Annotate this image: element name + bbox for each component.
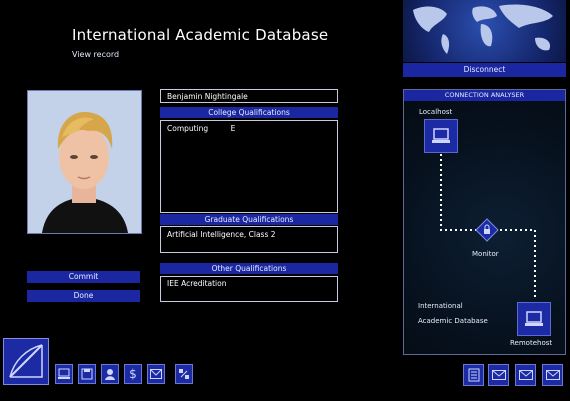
connection-analyser-panel: CONNECTION ANALYSER Localhost Monitor In… <box>403 89 566 355</box>
done-button[interactable]: Done <box>27 290 140 302</box>
lock-icon <box>475 218 499 242</box>
remotehost-label: Remotehost <box>510 339 553 347</box>
remotehost-node[interactable] <box>517 302 551 336</box>
dollar-icon[interactable]: $ <box>124 364 142 384</box>
person-photo <box>27 90 142 234</box>
computer-icon <box>525 311 543 326</box>
other-qualifications-field[interactable]: IEE Acreditation <box>160 276 338 302</box>
college-qualifications-header: College Qualifications <box>160 107 338 118</box>
name-field[interactable]: Benjamin Nightingale <box>160 89 338 103</box>
monitor-node[interactable] <box>475 218 499 242</box>
start-menu-button[interactable] <box>3 338 49 385</box>
target-label-line2: Academic Database <box>418 317 488 325</box>
commit-button[interactable]: Commit <box>27 271 140 283</box>
other-qualifications-header: Other Qualifications <box>160 263 338 274</box>
college-qualifications-field[interactable]: Computing E <box>160 120 338 213</box>
graduate-qualifications-header: Graduate Qualifications <box>160 214 338 225</box>
disconnect-button[interactable]: Disconnect <box>403 63 566 77</box>
mail-icon[interactable] <box>147 364 165 384</box>
person-icon[interactable] <box>101 364 119 384</box>
mail-icon[interactable] <box>515 364 536 386</box>
page-subtitle: View record <box>72 50 120 59</box>
uplink-logo-icon <box>9 344 43 378</box>
graduate-qualifications-field[interactable]: Artificial Intelligence, Class 2 <box>160 226 338 253</box>
mail-icon[interactable] <box>488 364 509 386</box>
page-title: International Academic Database <box>72 26 329 44</box>
disk-icon[interactable] <box>78 364 96 384</box>
person-portrait-image <box>28 91 141 233</box>
target-label-line1: International <box>418 302 463 310</box>
monitor-label: Monitor <box>472 250 499 258</box>
terminal-icon[interactable] <box>55 364 73 384</box>
college-subject: Computing <box>167 124 209 133</box>
tools-icon[interactable] <box>175 364 193 384</box>
world-map-graphic <box>413 4 553 54</box>
mail-icon[interactable] <box>542 364 563 386</box>
document-icon[interactable] <box>463 364 484 386</box>
world-map <box>403 0 566 62</box>
college-grade: E <box>230 124 236 133</box>
